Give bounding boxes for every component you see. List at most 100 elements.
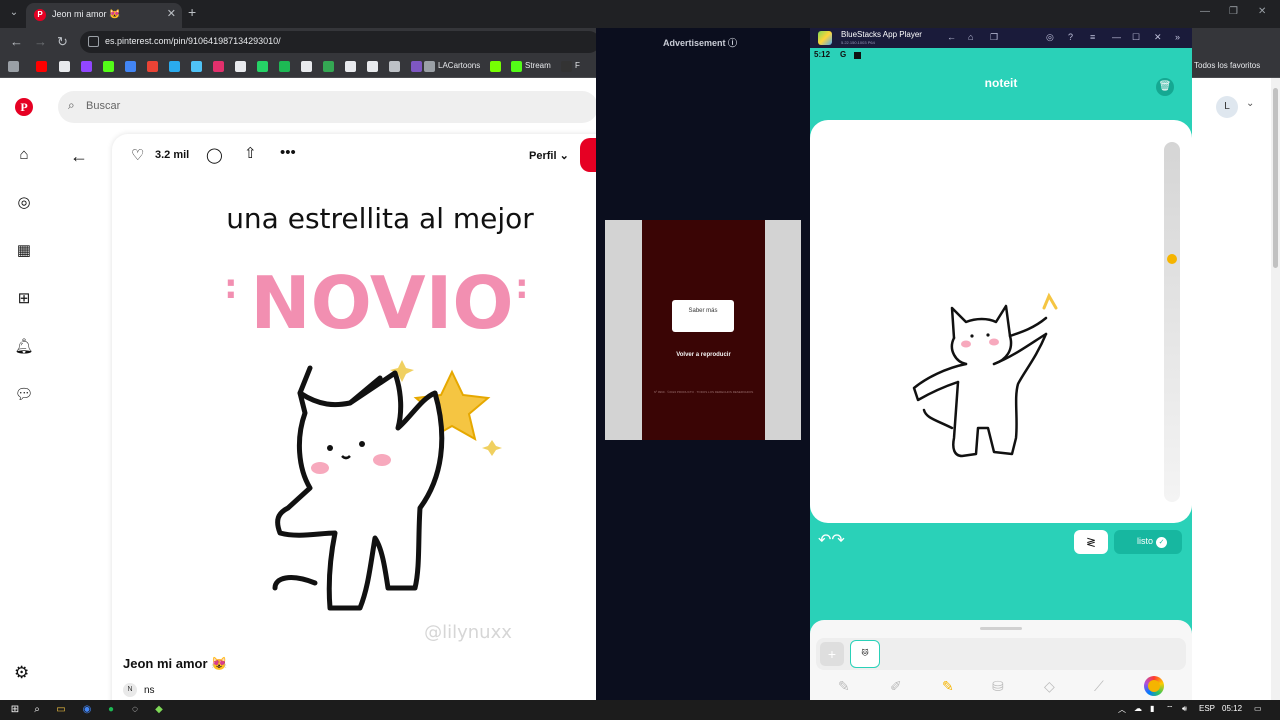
bs-maximize-icon[interactable]: ☐ (1132, 32, 1140, 43)
bs-back-icon[interactable]: ← (947, 32, 956, 42)
color-picker-icon[interactable] (1144, 676, 1164, 696)
stream-bookmark-icon[interactable] (511, 61, 522, 72)
pinterest-logo-icon[interactable]: P (15, 98, 33, 116)
heart-icon[interactable]: ♡ (131, 146, 144, 164)
back-arrow-icon[interactable]: ← (70, 146, 88, 167)
spotify-icon[interactable]: ● (104, 703, 118, 717)
owner-name[interactable]: ns (144, 685, 155, 696)
bookmark-icon[interactable] (561, 61, 572, 72)
bs-menu-icon[interactable]: ≡ (1090, 32, 1095, 42)
settings-gear-icon[interactable]: ⚙ (14, 663, 29, 683)
all-bookmarks-link[interactable]: Todos los favoritos (1194, 61, 1260, 70)
bs-help-icon[interactable]: ? (1068, 32, 1073, 42)
gmail-bookmark-icon[interactable] (147, 61, 158, 72)
tray-chevron-icon[interactable]: ︿ (1118, 704, 1126, 715)
reload-icon[interactable]: ↻ (57, 34, 68, 50)
file-explorer-icon[interactable]: ▭ (54, 703, 68, 717)
back-arrow-icon[interactable]: ← (10, 34, 23, 49)
done-button[interactable]: listo ✓ (1114, 530, 1182, 554)
address-bar[interactable]: es.pinterest.com/pin/910641987134293010/ (80, 31, 600, 53)
language-indicator[interactable]: ESP (1199, 704, 1215, 713)
add-layer-button[interactable]: + (820, 642, 844, 666)
bookmark-icon[interactable] (367, 61, 378, 72)
lacartoons-bookmark-icon[interactable] (424, 61, 435, 72)
layer-thumbnail[interactable]: 🐱︎ (850, 640, 880, 668)
bookmark-icon[interactable] (345, 61, 356, 72)
new-tab-button[interactable]: + (188, 4, 196, 20)
ad-video[interactable]: Saber más Volver a reproducir Nº 9999 · … (642, 220, 765, 440)
tray-icon[interactable]: ☁ (1134, 704, 1142, 713)
notifications-icon[interactable]: ▭ (1254, 704, 1262, 713)
bookmark-icon[interactable] (323, 61, 334, 72)
user-avatar[interactable]: L (1216, 96, 1238, 118)
bs-account-icon[interactable]: ◎ (1046, 32, 1054, 43)
forward-arrow-icon[interactable]: → (34, 34, 47, 49)
sheet-handle[interactable] (980, 627, 1022, 630)
undo-redo-icon[interactable]: ↶↷ (818, 530, 845, 550)
bs-home-icon[interactable]: ⌂ (968, 32, 973, 42)
taskbar-clock[interactable]: 05:12 (1222, 704, 1242, 713)
fill-tool-icon[interactable]: ⛁ (992, 678, 1004, 695)
scrollbar-thumb[interactable] (1273, 88, 1278, 268)
pen-style-button[interactable]: ≷ (1074, 530, 1108, 554)
close-window-icon[interactable]: ✕ (1258, 6, 1266, 17)
minimize-icon[interactable]: — (1200, 6, 1210, 17)
search-icon[interactable]: ⌕ (30, 703, 44, 717)
learn-more-button[interactable]: Saber más (672, 300, 734, 332)
site-info-icon[interactable] (88, 36, 99, 47)
brush-size-slider[interactable] (1164, 142, 1180, 502)
bookmark-icon[interactable] (389, 61, 400, 72)
marker-tool-icon[interactable]: ✐ (890, 678, 902, 695)
explore-icon[interactable]: ◎ (14, 193, 34, 213)
restore-icon[interactable]: ❐ (1229, 6, 1238, 17)
browser-tab[interactable]: P Jeon mi amor 😻 ✕ (26, 3, 182, 28)
search-input[interactable]: ⌕ Buscar (58, 91, 598, 123)
account-chevron-down-icon[interactable]: ⌄ (1246, 98, 1254, 109)
highlighter-tool-icon[interactable]: ✎ (942, 678, 954, 695)
more-options-icon[interactable]: ••• (280, 144, 296, 161)
bookmark-icon[interactable] (191, 61, 202, 72)
bs-minimize-icon[interactable]: — (1112, 32, 1121, 42)
eraser-tool-icon[interactable]: ◇ (1044, 678, 1055, 695)
messages-icon[interactable]: 💬︎ (14, 385, 34, 405)
volume-icon[interactable]: 🔊︎ (1182, 704, 1187, 714)
windows-start-icon[interactable]: ⊞ (8, 703, 22, 717)
spotify-bookmark-icon[interactable] (279, 61, 290, 72)
instagram-bookmark-icon[interactable] (213, 61, 224, 72)
replay-button[interactable]: Volver a reproducir (642, 352, 765, 358)
page-scrollbar[interactable] (1271, 78, 1280, 700)
pencil-tool-icon[interactable]: ✎ (838, 678, 850, 695)
kick-bookmark-icon[interactable] (103, 61, 114, 72)
trash-icon[interactable]: 🗑︎ (1156, 78, 1174, 96)
bluestacks-taskbar-icon[interactable]: ◆ (152, 703, 166, 717)
bs-sidebar-toggle-icon[interactable]: » (1175, 32, 1180, 42)
pin-image[interactable]: una estrellita al mejor : NOVIO : @lilyn… (170, 188, 590, 648)
bs-recents-icon[interactable]: ❐ (990, 32, 998, 43)
bookmark-label[interactable]: LACartoons (438, 61, 480, 70)
tab-close-icon[interactable]: ✕ (167, 7, 176, 20)
chrome-icon[interactable]: ◉ (80, 703, 94, 717)
profile-dropdown[interactable]: Perfil ⌄ (529, 149, 569, 162)
drawing-canvas[interactable] (810, 120, 1192, 523)
home-icon[interactable]: ⌂ (14, 145, 34, 165)
share-icon[interactable]: ⇧ (244, 144, 257, 162)
create-icon[interactable]: ⊞ (14, 289, 34, 309)
whatsapp-bookmark-icon[interactable] (257, 61, 268, 72)
youtube-bookmark-icon[interactable] (36, 61, 47, 72)
bookmark-label[interactable]: F (575, 61, 580, 70)
brush-size-slider-knob[interactable] (1167, 254, 1177, 264)
taskbar-app-icon[interactable]: ◌ (128, 703, 142, 717)
notifications-bell-icon[interactable]: 🔔︎ (14, 337, 34, 357)
network-icon[interactable]: ⌔ (1166, 704, 1174, 714)
boards-icon[interactable]: ▦ (14, 241, 34, 261)
tray-icon[interactable]: ▮ (1150, 704, 1154, 713)
x-bookmark-icon[interactable] (59, 61, 70, 72)
bookmark-icon[interactable] (169, 61, 180, 72)
apps-grid-icon[interactable] (8, 61, 19, 72)
owner-avatar[interactable]: N (123, 683, 137, 697)
bookmark-icon[interactable] (411, 61, 422, 72)
bs-close-icon[interactable]: ✕ (1154, 32, 1162, 43)
comment-icon[interactable]: ◯ (206, 146, 223, 164)
ruler-tool-icon[interactable]: ⟋ (1094, 678, 1104, 695)
bookmark-icon[interactable] (301, 61, 312, 72)
